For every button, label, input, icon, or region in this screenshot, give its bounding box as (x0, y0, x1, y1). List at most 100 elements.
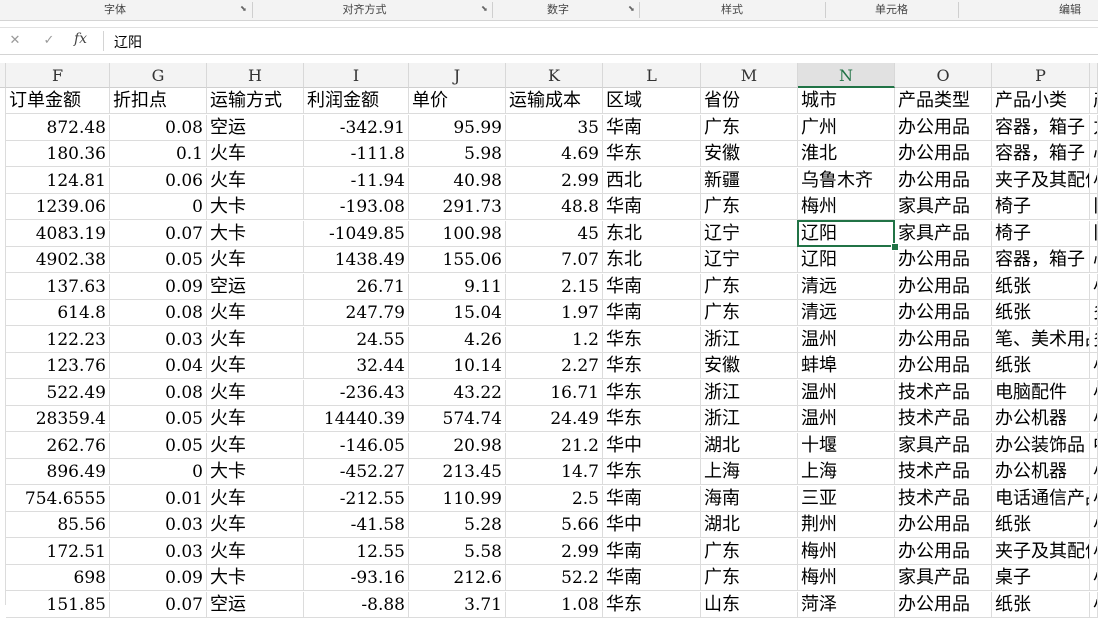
header-cell[interactable]: 产品小类 (992, 88, 1090, 114)
header-cell[interactable]: 省份 (701, 88, 798, 114)
table-cell[interactable]: 办公机器 (992, 406, 1090, 432)
table-cell[interactable]: 火车 (207, 538, 304, 565)
header-cell[interactable]: 区域 (603, 88, 701, 114)
header-cell[interactable]: 订单金额 (6, 88, 110, 114)
table-cell[interactable]: 办公用品 (895, 353, 992, 379)
table-cell[interactable]: 123.76 (6, 353, 110, 379)
insert-function-button[interactable]: fx (74, 31, 87, 47)
table-cell[interactable]: 心 (1090, 247, 1098, 273)
table-cell[interactable]: 梅州 (798, 538, 895, 565)
table-cell[interactable]: 容器，箱子 (992, 141, 1090, 167)
table-cell[interactable]: 华南 (603, 565, 701, 591)
table-cell[interactable]: 40.98 (409, 167, 506, 194)
table-cell[interactable]: 西北 (603, 167, 701, 194)
table-cell[interactable]: 华东 (603, 141, 701, 167)
column-header-P[interactable]: P (992, 63, 1090, 88)
table-cell[interactable]: 新疆 (701, 167, 798, 194)
table-cell[interactable]: 0.08 (110, 114, 207, 141)
table-cell[interactable]: 旧 (1090, 194, 1098, 220)
table-cell[interactable]: 纸张 (992, 273, 1090, 300)
header-cell[interactable]: 单价 (409, 88, 506, 114)
table-cell[interactable]: 35 (506, 114, 603, 141)
table-cell[interactable]: 火车 (207, 326, 304, 353)
table-cell[interactable]: 华南 (603, 273, 701, 300)
table-cell[interactable]: 华东 (603, 326, 701, 353)
table-cell[interactable]: 1.2 (506, 326, 603, 353)
column-header-N[interactable]: N (798, 63, 895, 88)
table-cell[interactable]: -111.8 (304, 141, 409, 167)
table-cell[interactable]: 空运 (207, 273, 304, 300)
row-header-edge[interactable] (0, 88, 6, 605)
table-cell[interactable]: 2.99 (506, 538, 603, 565)
table-cell[interactable]: -193.08 (304, 194, 409, 220)
font-dialog-launcher-icon[interactable]: ⬊ (240, 5, 248, 13)
table-cell[interactable]: 5.58 (409, 538, 506, 565)
table-cell[interactable]: 华南 (603, 485, 701, 512)
table-cell[interactable]: -93.16 (304, 565, 409, 591)
table-cell[interactable]: 家具产品 (895, 432, 992, 459)
table-cell[interactable]: 0.05 (110, 432, 207, 459)
table-cell[interactable]: 247.79 (304, 300, 409, 326)
table-cell[interactable]: 522.49 (6, 379, 110, 406)
alignment-dialog-launcher-icon[interactable]: ⬊ (481, 5, 489, 13)
header-cell[interactable]: 城市 (798, 88, 895, 114)
table-cell[interactable]: 43.22 (409, 379, 506, 406)
table-cell[interactable]: 28359.4 (6, 406, 110, 432)
table-cell[interactable]: 湖北 (701, 432, 798, 459)
table-cell[interactable]: 0.1 (110, 141, 207, 167)
table-cell[interactable]: 754.6555 (6, 485, 110, 512)
table-cell[interactable]: 海南 (701, 485, 798, 512)
table-cell[interactable]: 电话通信产品 (992, 485, 1090, 512)
table-cell[interactable]: 辽宁 (701, 247, 798, 273)
column-header-edge[interactable] (0, 63, 6, 88)
table-cell[interactable]: 技术产品 (895, 485, 992, 512)
check-icon[interactable]: ✓ (39, 32, 59, 50)
table-cell[interactable]: 梅州 (798, 194, 895, 220)
table-cell[interactable]: 浙江 (701, 326, 798, 353)
table-cell[interactable]: 21.2 (506, 432, 603, 459)
table-cell[interactable]: 技术产品 (895, 379, 992, 406)
table-cell[interactable]: 夹子及其配件 (992, 538, 1090, 565)
header-cell[interactable]: 运输方式 (207, 88, 304, 114)
table-cell[interactable]: 梅州 (798, 565, 895, 591)
table-cell[interactable]: 5.28 (409, 512, 506, 538)
table-cell[interactable]: 办公用品 (895, 247, 992, 273)
table-cell[interactable]: 华东 (603, 406, 701, 432)
table-cell[interactable]: 5.66 (506, 512, 603, 538)
table-cell[interactable]: 辽阳 (798, 247, 895, 273)
header-cell[interactable]: 产 (1090, 88, 1098, 114)
table-cell[interactable]: 家具产品 (895, 565, 992, 591)
table-cell[interactable]: 小 (1090, 353, 1098, 379)
table-cell[interactable]: 技术产品 (895, 406, 992, 432)
table-cell[interactable]: 电脑配件 (992, 379, 1090, 406)
table-cell[interactable]: -236.43 (304, 379, 409, 406)
table-cell[interactable]: 10.14 (409, 353, 506, 379)
table-cell[interactable]: 大卡 (207, 459, 304, 485)
table-cell[interactable]: 0.03 (110, 538, 207, 565)
table-cell[interactable]: 1239.06 (6, 194, 110, 220)
table-cell[interactable]: 24.55 (304, 326, 409, 353)
table-cell[interactable]: 椅子 (992, 220, 1090, 247)
table-cell[interactable]: 浙江 (701, 379, 798, 406)
table-cell[interactable]: 0.04 (110, 353, 207, 379)
table-cell[interactable]: 火车 (207, 406, 304, 432)
table-cell[interactable]: -212.55 (304, 485, 409, 512)
table-cell[interactable]: 容器，箱子 (992, 114, 1090, 141)
table-cell[interactable]: 0.07 (110, 220, 207, 247)
table-cell[interactable]: 172.51 (6, 538, 110, 565)
table-cell[interactable]: 14440.39 (304, 406, 409, 432)
table-cell[interactable]: 火车 (207, 300, 304, 326)
table-cell[interactable]: 家具产品 (895, 220, 992, 247)
table-cell[interactable]: 纸张 (992, 512, 1090, 538)
table-cell[interactable]: 110.99 (409, 485, 506, 512)
table-cell[interactable]: 291.73 (409, 194, 506, 220)
number-dialog-launcher-icon[interactable]: ⬊ (628, 5, 636, 13)
table-cell[interactable]: 614.8 (6, 300, 110, 326)
table-cell[interactable]: 办公用品 (895, 167, 992, 194)
table-cell[interactable]: -1049.85 (304, 220, 409, 247)
table-cell[interactable]: -452.27 (304, 459, 409, 485)
table-cell[interactable]: 多 (1090, 326, 1098, 353)
table-cell[interactable]: 12.55 (304, 538, 409, 565)
table-cell[interactable]: 椅子 (992, 194, 1090, 220)
table-cell[interactable]: 中 (1090, 432, 1098, 459)
